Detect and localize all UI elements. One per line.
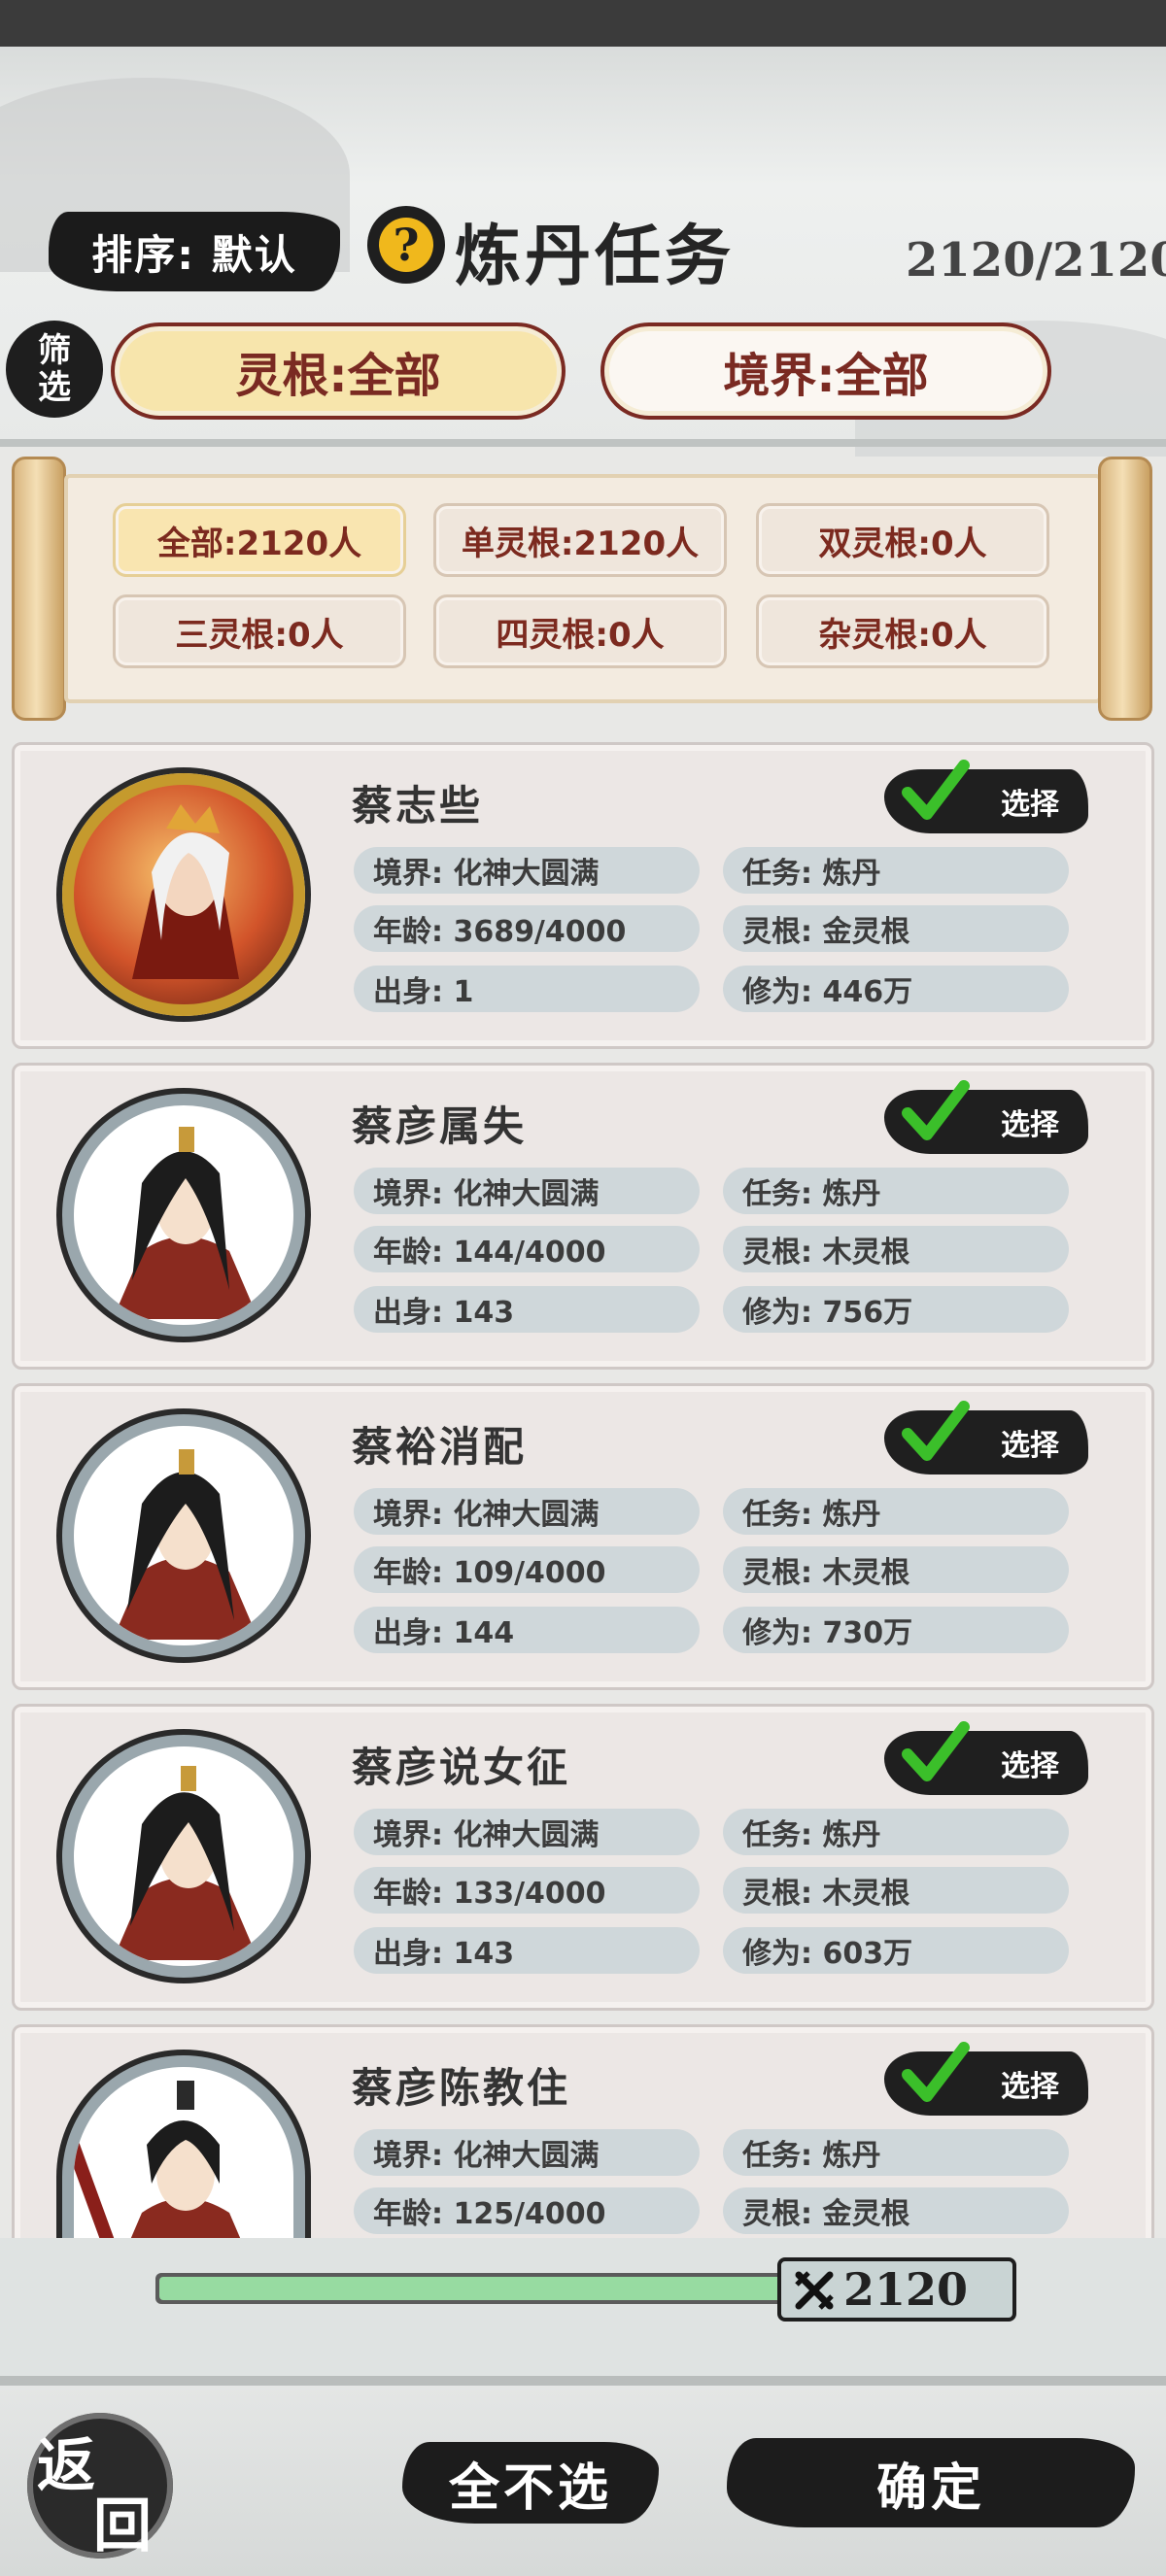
check-icon [902,2042,970,2102]
deselect-all-button[interactable]: 全不选 [402,2442,659,2524]
root-info: 灵根: 木灵根 [723,1546,1069,1593]
age-info: 年龄: 144/4000 [354,1226,700,1272]
disciple-count: 2120/2120 [906,233,1166,288]
age-info: 年龄: 109/4000 [354,1546,700,1593]
disciple-name: 蔡志些 [352,782,484,830]
select-button[interactable]: 选择 [884,1721,1088,1795]
check-icon [902,1080,970,1140]
cultivation-info: 修为: 446万 [723,966,1069,1012]
root-info: 灵根: 金灵根 [723,2187,1069,2234]
task-info: 任务: 炼丹 [723,1168,1069,1214]
realm-info: 境界: 化神大圆满 [354,2129,700,2176]
realm-info: 境界: 化神大圆满 [354,1809,700,1855]
back-button[interactable]: 返 回 [27,2413,173,2560]
cultivation-info: 修为: 756万 [723,1286,1069,1333]
root-filter-button[interactable]: 灵根:全部 [111,322,566,420]
realm-info: 境界: 化神大圆满 [354,1168,700,1214]
category-double-root[interactable]: 双灵根:0人 [756,503,1049,577]
back-label: 回 [93,2492,152,2560]
select-button[interactable]: 选择 [884,1401,1088,1474]
divider [0,2376,1166,2386]
age-info: 年龄: 125/4000 [354,2187,700,2234]
category-quad-root[interactable]: 四灵根:0人 [433,594,727,668]
origin-info: 出身: 1 [354,966,700,1012]
filter-icon[interactable]: 筛 选 [6,321,103,418]
selected-count: 2120 [843,2263,969,2316]
filter-label: 选 [38,368,71,407]
disciple-name: 蔡裕消配 [352,1423,528,1471]
origin-info: 出身: 144 [354,1607,700,1653]
select-button[interactable]: 选择 [884,2042,1088,2116]
task-info: 任务: 炼丹 [723,1488,1069,1535]
root-info: 灵根: 木灵根 [723,1867,1069,1914]
check-icon [902,1401,970,1461]
category-mixed-root[interactable]: 杂灵根:0人 [756,594,1049,668]
category-all[interactable]: 全部:2120人 [113,503,406,577]
age-info: 年龄: 133/4000 [354,1867,700,1914]
disciple-name: 蔡彦陈教住 [352,2064,571,2112]
task-info: 任务: 炼丹 [723,2129,1069,2176]
realm-filter-button[interactable]: 境界:全部 [600,322,1051,420]
age-info: 年龄: 3689/4000 [354,905,700,952]
realm-info: 境界: 化神大圆满 [354,847,700,894]
scroll-rod-left [12,457,66,721]
check-icon [902,760,970,820]
slider-fill [159,2277,793,2300]
task-info: 任务: 炼丹 [723,847,1069,894]
realm-info: 境界: 化神大圆满 [354,1488,700,1535]
disciple-name: 蔡彦属失 [352,1102,528,1150]
divider [0,439,1166,447]
scroll-rod-right [1098,457,1152,721]
origin-info: 出身: 143 [354,1927,700,1974]
cultivation-info: 修为: 730万 [723,1607,1069,1653]
avatar [62,773,305,1016]
avatar [62,1735,305,1978]
select-button[interactable]: 选择 [884,1080,1088,1154]
crossed-swords-icon [795,2271,834,2310]
page-title: 炼丹任务 [455,218,736,295]
avatar [62,1414,305,1657]
cultivation-info: 修为: 603万 [723,1927,1069,1974]
root-info: 灵根: 金灵根 [723,905,1069,952]
check-icon [902,1721,970,1781]
root-info: 灵根: 木灵根 [723,1226,1069,1272]
origin-info: 出身: 143 [354,1286,700,1333]
back-label: 返 [37,2432,95,2500]
help-icon[interactable]: ? [367,206,445,284]
sort-button[interactable]: 排序: 默认 [49,212,340,291]
selected-count-box: 2120 [777,2257,1016,2322]
disciple-name: 蔡彦说女征 [352,1744,571,1791]
avatar [62,1094,305,1337]
filter-label: 筛 [38,331,71,370]
confirm-button[interactable]: 确定 [727,2438,1135,2527]
select-button[interactable]: 选择 [884,760,1088,833]
selection-slider[interactable] [155,2273,797,2304]
category-single-root[interactable]: 单灵根:2120人 [433,503,727,577]
category-triple-root[interactable]: 三灵根:0人 [113,594,406,668]
task-info: 任务: 炼丹 [723,1809,1069,1855]
status-bar [0,0,1166,47]
